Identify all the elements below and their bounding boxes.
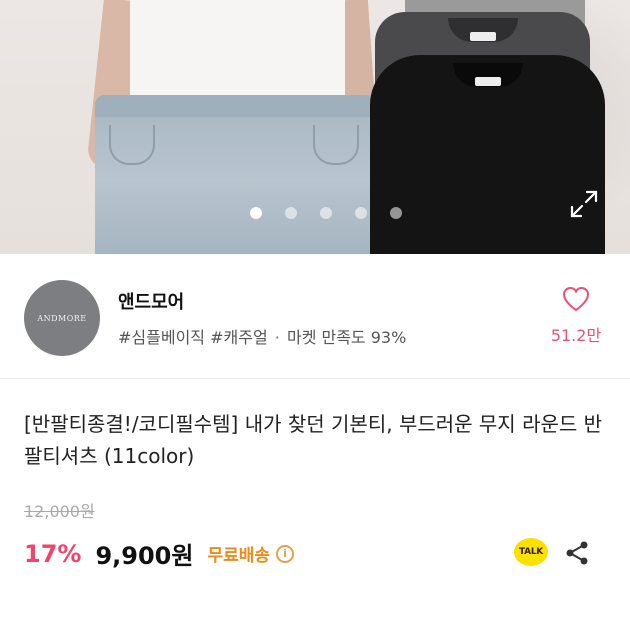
seller-name[interactable]: 앤드모어 bbox=[118, 288, 184, 314]
expand-icon[interactable] bbox=[568, 188, 600, 220]
seller-avatar[interactable]: ANDMORE bbox=[24, 280, 100, 356]
like-button[interactable]: 51.2만 bbox=[540, 286, 612, 346]
seller-section: ANDMORE 앤드모어 #심플베이직 #캐주얼 · 마켓 만족도 93% 51… bbox=[0, 272, 630, 372]
share-icon[interactable] bbox=[564, 540, 590, 566]
carousel-dot[interactable] bbox=[320, 207, 332, 219]
like-count: 51.2만 bbox=[550, 326, 602, 345]
carousel-dot[interactable] bbox=[390, 207, 402, 219]
tee-tag bbox=[474, 77, 501, 86]
original-price: 12,000원 bbox=[24, 502, 95, 521]
jeans-pocket bbox=[109, 125, 155, 165]
tag-separator: · bbox=[274, 328, 280, 347]
heart-icon bbox=[562, 286, 590, 312]
carousel-dot[interactable] bbox=[355, 207, 367, 219]
carousel-dot[interactable] bbox=[285, 207, 297, 219]
product-title: [반팔티종결!/코디필수템] 내가 찾던 기본티, 부드러운 무지 라운드 반팔… bbox=[24, 412, 603, 468]
carousel-dot-active[interactable] bbox=[250, 207, 262, 219]
seller-logo-text: ANDMORE bbox=[37, 313, 87, 323]
seller-tag[interactable]: #심플베이직 bbox=[118, 328, 205, 347]
talk-bubble: TALK bbox=[514, 538, 548, 566]
shipping-badge: 무료배송 bbox=[207, 546, 271, 566]
market-satisfaction: 마켓 만족도 93% bbox=[286, 328, 407, 347]
discount-rate: 17% bbox=[24, 539, 82, 568]
product-image-carousel[interactable] bbox=[0, 0, 630, 254]
price-row: 17% 9,900원 무료배송 i bbox=[24, 536, 295, 571]
tee-tag bbox=[469, 32, 496, 41]
seller-tag[interactable]: #캐주얼 bbox=[210, 328, 268, 347]
kakao-talk-icon[interactable]: TALK bbox=[514, 538, 548, 570]
jeans-waistband bbox=[95, 95, 375, 117]
seller-tags: #심플베이직 #캐주얼 · 마켓 만족도 93% bbox=[118, 324, 406, 348]
flat-tee-black bbox=[370, 55, 605, 254]
jeans-pocket bbox=[313, 125, 359, 165]
model-jeans bbox=[95, 95, 375, 254]
sale-price: 9,900원 bbox=[95, 542, 194, 570]
section-divider bbox=[0, 378, 630, 379]
info-icon[interactable]: i bbox=[276, 544, 295, 563]
carousel-indicator bbox=[250, 207, 402, 219]
